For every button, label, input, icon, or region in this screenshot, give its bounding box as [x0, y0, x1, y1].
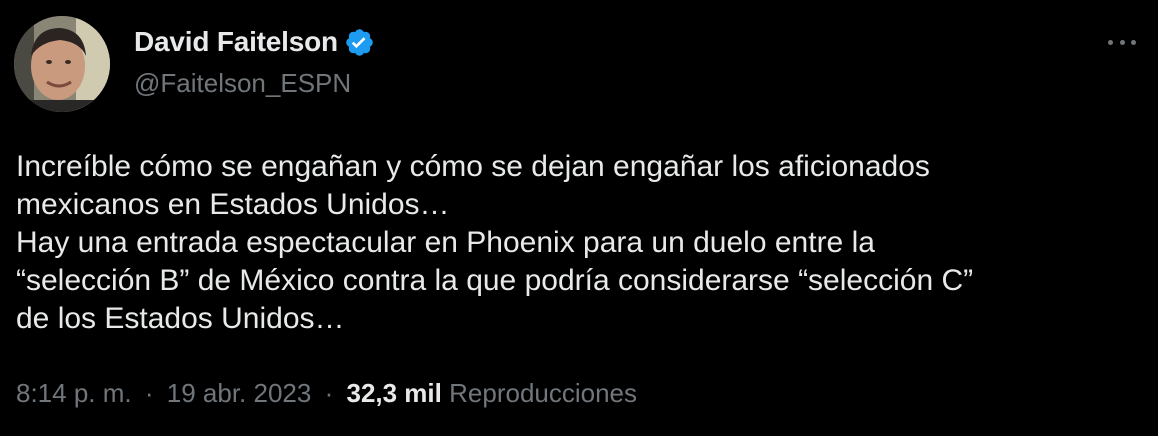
tweet-time[interactable]: 8:14 p. m. [16, 378, 132, 408]
tweet-date[interactable]: 19 abr. 2023 [167, 378, 312, 408]
author-handle[interactable]: @Faitelson_ESPN [134, 68, 375, 99]
author-avatar[interactable] [14, 16, 110, 112]
verified-badge-icon[interactable] [344, 27, 375, 58]
author-block: David Faitelson @Faitelson_ESPN [134, 22, 375, 99]
dot [1108, 39, 1113, 45]
tweet-text-line: Increíble cómo se engañan y cómo se deja… [16, 150, 930, 183]
tweet-text-line: Hay una entrada espectacular en Phoenix … [16, 226, 875, 259]
dot [1119, 39, 1125, 45]
avatar-image [14, 16, 110, 112]
views-label: Reproducciones [449, 378, 638, 408]
meta-separator: · [324, 378, 334, 408]
tweet-text-line: “selección B” de México contra la que po… [16, 264, 974, 297]
tweet-text-line: mexicanos en Estados Unidos… [16, 188, 450, 221]
meta-separator: · [144, 378, 154, 408]
dot [1131, 39, 1136, 45]
views-count: 32,3 mil [346, 378, 442, 408]
tweet-meta: 8:14 p. m. · 19 abr. 2023 · 32,3 mil Rep… [16, 378, 637, 409]
name-row: David Faitelson [134, 22, 375, 62]
author-display-name[interactable]: David Faitelson [134, 26, 338, 58]
tweet-card: David Faitelson @Faitelson_ESPN Increíbl… [0, 0, 1158, 436]
tweet-text: Increíble cómo se engañan y cómo se deja… [16, 148, 1146, 338]
more-options-icon[interactable] [1104, 30, 1140, 54]
tweet-text-line: de los Estados Unidos… [16, 302, 345, 335]
